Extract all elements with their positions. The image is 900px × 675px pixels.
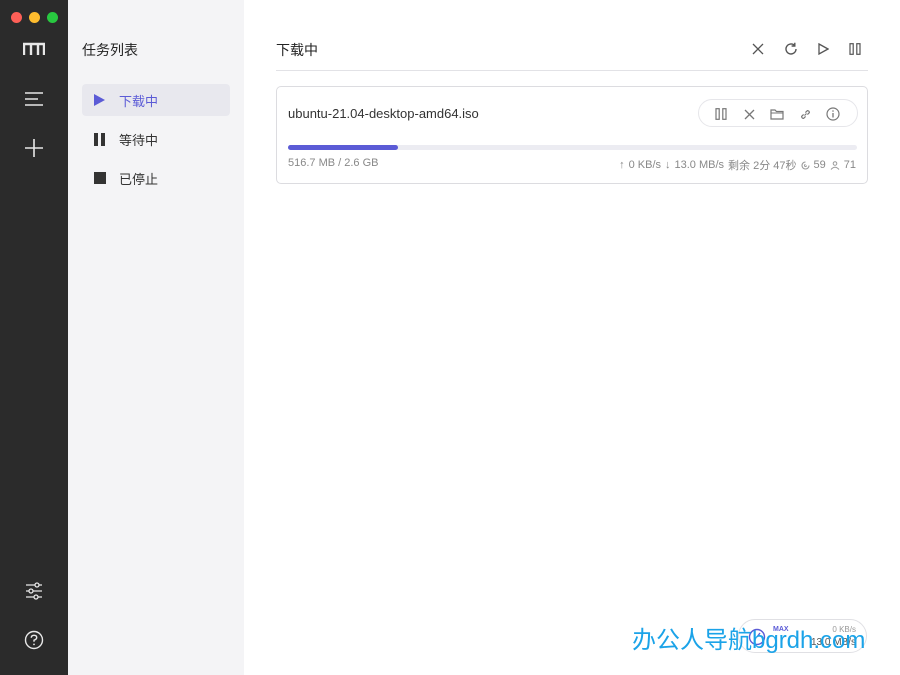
progress-bar xyxy=(288,145,857,150)
peers-count: 71 xyxy=(843,159,856,171)
pause-icon xyxy=(849,43,861,55)
task-list-item-waiting[interactable]: 等待中 xyxy=(82,123,230,155)
task-size: 516.7 MB / 2.6 GB xyxy=(288,157,379,169)
task-list-title: 任务列表 xyxy=(82,42,138,58)
download-speed: 13.0 MB/s xyxy=(674,159,725,171)
stop-icon xyxy=(94,171,106,185)
task-list-item-stopped[interactable]: 已停止 xyxy=(82,162,230,194)
task-stats: ↑ 0 KB/s ↓ 13.0 MB/s 剩余 2分 47秒 59 71 xyxy=(619,157,856,173)
menu-icon[interactable] xyxy=(19,84,49,114)
task-list-panel: 任务列表 下载中 等待中 已停止 xyxy=(68,0,244,675)
window-zoom-button[interactable] xyxy=(47,12,58,23)
play-icon xyxy=(94,93,106,107)
help-icon xyxy=(24,630,44,650)
window-close-button[interactable] xyxy=(11,12,22,23)
app-rail xyxy=(0,0,68,675)
task-list-item-label: 等待中 xyxy=(119,132,159,148)
settings-button[interactable] xyxy=(19,576,49,606)
progress-fill xyxy=(288,145,399,150)
upload-arrow-icon: ↑ xyxy=(619,159,625,171)
download-arrow-icon: ↓ xyxy=(665,159,671,171)
pause-all-button[interactable] xyxy=(844,38,866,60)
link-icon xyxy=(800,109,810,119)
clear-tasks-button[interactable] xyxy=(747,38,769,60)
delete-icon xyxy=(744,109,754,119)
upload-speed: 0 KB/s xyxy=(628,159,661,171)
task-list-item-label: 下载中 xyxy=(119,93,159,109)
task-list-item-active[interactable]: 下载中 xyxy=(82,84,230,116)
task-pause-button[interactable] xyxy=(711,104,731,124)
task-card[interactable]: ubuntu-21.04-desktop-amd64.iso 516.7 MB … xyxy=(276,86,868,184)
remaining-time: 剩余 2分 47秒 xyxy=(728,160,797,172)
task-actions xyxy=(698,99,858,127)
task-list-item-label: 已停止 xyxy=(119,171,159,187)
pause-icon xyxy=(94,132,106,146)
close-icon xyxy=(752,43,764,55)
task-delete-button[interactable] xyxy=(739,104,759,124)
task-name: ubuntu-21.04-desktop-amd64.iso xyxy=(288,106,479,121)
task-info-button[interactable] xyxy=(823,104,843,124)
peers-icon xyxy=(830,160,840,170)
window-minimize-button[interactable] xyxy=(29,12,40,23)
settings-icon xyxy=(26,582,42,600)
help-button[interactable] xyxy=(19,625,49,655)
header-divider xyxy=(276,70,868,71)
play-icon xyxy=(817,43,829,55)
logo-icon xyxy=(19,34,49,64)
info-icon xyxy=(826,107,840,121)
refresh-icon xyxy=(785,42,797,55)
connections-icon xyxy=(800,160,810,170)
add-task-button[interactable] xyxy=(19,133,49,163)
refresh-button[interactable] xyxy=(780,38,802,60)
add-icon xyxy=(25,139,43,157)
task-link-button[interactable] xyxy=(795,104,815,124)
page-title: 下载中 xyxy=(276,42,318,58)
task-folder-button[interactable] xyxy=(767,104,787,124)
watermark: 办公人导航bgrdh.com xyxy=(632,627,866,654)
resume-all-button[interactable] xyxy=(812,38,834,60)
connections-count: 59 xyxy=(813,159,826,171)
folder-icon xyxy=(770,109,784,120)
pause-icon xyxy=(715,108,727,120)
